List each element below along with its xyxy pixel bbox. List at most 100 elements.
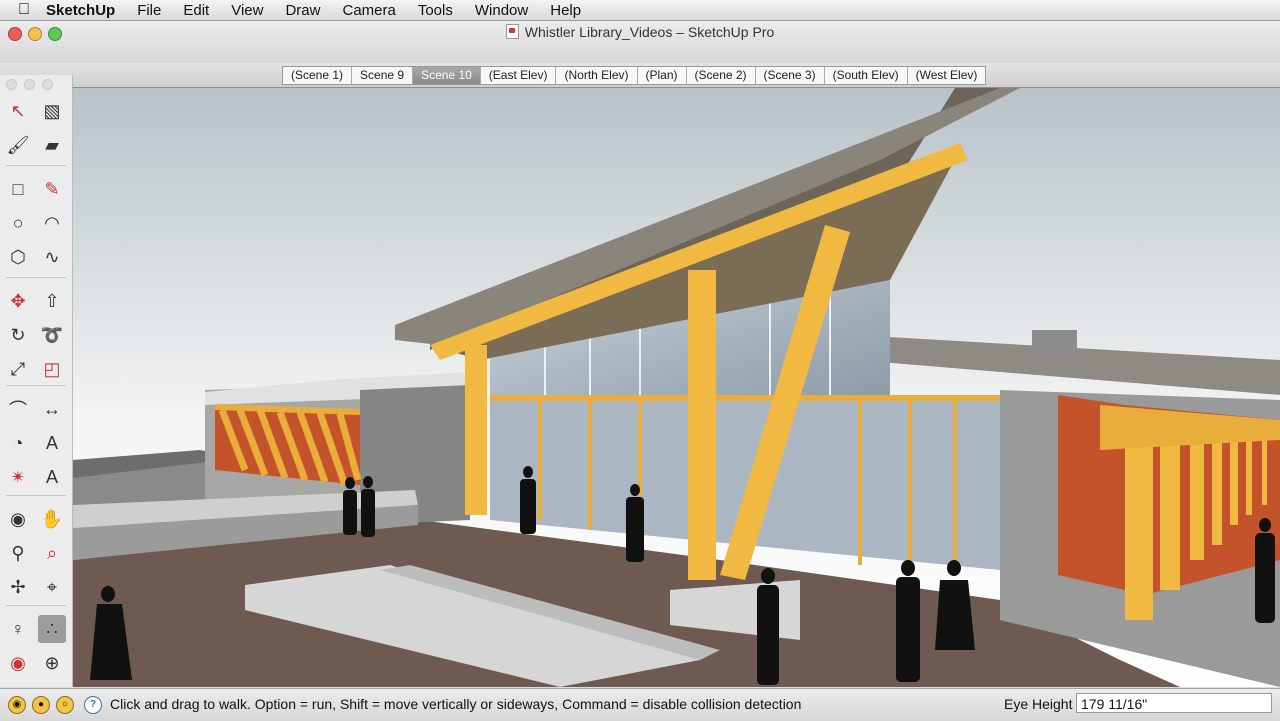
toolbar-separator xyxy=(6,605,66,606)
3d-text-tool-button[interactable]: A xyxy=(38,463,66,491)
polygon-tool-button[interactable]: ⬡ xyxy=(4,243,32,271)
toolbar-separator xyxy=(6,385,66,386)
position-camera-tool-button[interactable]: ♀ xyxy=(4,615,32,643)
3d-model-viewport[interactable] xyxy=(73,88,1280,687)
dimension-icon: ↔ xyxy=(43,398,61,419)
arc-tool-button[interactable]: ◠ xyxy=(38,209,66,237)
paint-bucket-tool-button[interactable]: 🖌 xyxy=(4,131,32,159)
pan-hand-icon: ✋ xyxy=(40,508,64,529)
text-tool-button[interactable]: A xyxy=(38,429,66,457)
scene-tab[interactable]: (South Elev) xyxy=(825,67,908,84)
window-title-text: Whistler Library_Videos – SketchUp Pro xyxy=(524,24,775,40)
section-plane-tool-button[interactable]: ⊕ xyxy=(38,649,66,677)
window-title: Whistler Library_Videos – SketchUp Pro xyxy=(0,24,1280,40)
menu-view[interactable]: View xyxy=(220,2,274,19)
scale-icon: ⤢ xyxy=(10,358,26,379)
credits-icon[interactable]: ● xyxy=(32,696,50,714)
scene-tab[interactable]: (Scene 2) xyxy=(687,67,756,84)
rotate-tool-button[interactable]: ↻ xyxy=(4,321,32,349)
zoom-extents-icon: ✢ xyxy=(10,576,26,597)
zoom-extents-tool-button[interactable]: ✢ xyxy=(4,573,32,601)
walk-footprints-icon: ∴ xyxy=(46,618,58,639)
instructor-icon[interactable]: ○ xyxy=(56,696,74,714)
orbit-icon: ◉ xyxy=(10,508,26,529)
chimney xyxy=(1032,330,1077,358)
help-icon[interactable]: ? xyxy=(84,696,102,714)
menu-draw[interactable]: Draw xyxy=(274,2,331,19)
protractor-icon: ◔ xyxy=(12,432,24,453)
window-titlebar: Whistler Library_Videos – SketchUp Pro xyxy=(0,21,1280,63)
zoom-window-tool-button[interactable]: ⌕ xyxy=(38,539,66,567)
scene-tab[interactable]: (West Elev) xyxy=(908,67,986,84)
make-component-icon: ▧ xyxy=(43,100,61,121)
apple-logo-icon[interactable]:  xyxy=(18,1,40,19)
scale-tool-button[interactable]: ⤢ xyxy=(4,355,32,383)
menu-edit[interactable]: Edit xyxy=(172,2,220,19)
axes-icon: ✴ xyxy=(10,466,26,487)
menu-tools[interactable]: Tools xyxy=(407,2,464,19)
offset-icon: ◰ xyxy=(43,358,61,379)
move-icon: ✥ xyxy=(10,290,26,311)
toolbar-separator xyxy=(6,165,66,166)
pan-tool-button[interactable]: ✋ xyxy=(38,505,66,533)
freehand-icon: ∿ xyxy=(44,246,60,267)
zoom-tool-button[interactable]: ⚲ xyxy=(4,539,32,567)
measurements-input[interactable]: 179 11/16" xyxy=(1076,693,1272,713)
scene-tab[interactable]: (Scene 1) xyxy=(283,67,353,84)
measurements-label: Eye Height xyxy=(1004,696,1073,712)
3d-text-icon: A xyxy=(45,466,58,487)
protractor-tool-button[interactable]: ◔ xyxy=(4,429,32,457)
scene-tab[interactable]: Scene 10 xyxy=(413,67,481,84)
axes-tool-button[interactable]: ✴ xyxy=(4,463,32,491)
freehand-tool-button[interactable]: ∿ xyxy=(38,243,66,271)
large-tool-set-palette: ↖ ▧ 🖌 ▰ □ ✎ ○ ◠ ⬡ ∿ ✥ ⇧ ↻ ➰ ⤢ ◰ ⌒ ↔ ◔ A ✴ A ◉ ✋ ⚲ ⌕ ✢ ⌖ ♀ ∴ ◉ ⊕ xyxy=(0,75,73,687)
menu-file[interactable]: File xyxy=(126,2,172,19)
position-camera-icon: ♀ xyxy=(11,618,25,639)
eraser-tool-button[interactable]: ▰ xyxy=(38,131,66,159)
make-component-tool-button[interactable]: ▧ xyxy=(38,97,66,125)
push-pull-tool-button[interactable]: ⇧ xyxy=(38,287,66,315)
polygon-icon: ⬡ xyxy=(10,246,26,267)
select-tool-button[interactable]: ↖ xyxy=(4,97,32,125)
tape-measure-tool-button[interactable]: ⌒ xyxy=(4,395,32,423)
scene-tabs: (Scene 1) Scene 9 Scene 10 (East Elev) (… xyxy=(282,66,987,85)
scene-tab[interactable]: Scene 9 xyxy=(352,67,414,84)
menu-help[interactable]: Help xyxy=(539,2,592,19)
column-center xyxy=(688,270,716,580)
arc-icon: ◠ xyxy=(44,212,60,233)
menu-app-name[interactable]: SketchUp xyxy=(40,2,126,19)
palette-close-icon[interactable] xyxy=(6,79,17,90)
look-around-eye-icon: ◉ xyxy=(10,652,26,673)
scene-tab[interactable]: (North Elev) xyxy=(556,67,638,84)
scene-tab[interactable]: (Plan) xyxy=(638,67,687,84)
mac-menubar:  SketchUp File Edit View Draw Camera To… xyxy=(0,0,1280,21)
geolocation-icon[interactable]: ◉ xyxy=(8,696,26,714)
menu-window[interactable]: Window xyxy=(464,2,539,19)
arrow-select-icon: ↖ xyxy=(10,100,26,121)
section-plane-icon: ⊕ xyxy=(44,652,60,673)
paint-bucket-icon: 🖌 xyxy=(6,134,30,155)
walk-tool-button[interactable]: ∴ xyxy=(38,615,66,643)
circle-icon: ○ xyxy=(12,212,24,233)
move-tool-button[interactable]: ✥ xyxy=(4,287,32,315)
palette-minimize-icon[interactable] xyxy=(24,79,35,90)
rectangle-tool-button[interactable]: □ xyxy=(4,175,32,203)
previous-view-tool-button[interactable]: ⌖ xyxy=(38,573,66,601)
tape-measure-icon: ⌒ xyxy=(9,400,27,420)
scene-tab[interactable]: (Scene 3) xyxy=(756,67,825,84)
look-around-tool-button[interactable]: ◉ xyxy=(4,649,32,677)
menu-camera[interactable]: Camera xyxy=(331,2,406,19)
line-tool-button[interactable]: ✎ xyxy=(38,175,66,203)
offset-tool-button[interactable]: ◰ xyxy=(38,355,66,383)
zoom-icon: ⚲ xyxy=(11,542,25,563)
scene-tab-bar: (Scene 1) Scene 9 Scene 10 (East Elev) (… xyxy=(0,63,1280,88)
dimension-tool-button[interactable]: ↔ xyxy=(38,395,66,423)
circle-tool-button[interactable]: ○ xyxy=(4,209,32,237)
push-pull-icon: ⇧ xyxy=(44,290,60,311)
follow-me-tool-button[interactable]: ➰ xyxy=(38,321,66,349)
zoom-window-icon: ⌕ xyxy=(46,542,58,563)
palette-zoom-icon[interactable] xyxy=(42,79,53,90)
scene-tab[interactable]: (East Elev) xyxy=(481,67,557,84)
status-bar: ◉ ● ○ ? Click and drag to walk. Option =… xyxy=(0,688,1280,721)
orbit-tool-button[interactable]: ◉ xyxy=(4,505,32,533)
